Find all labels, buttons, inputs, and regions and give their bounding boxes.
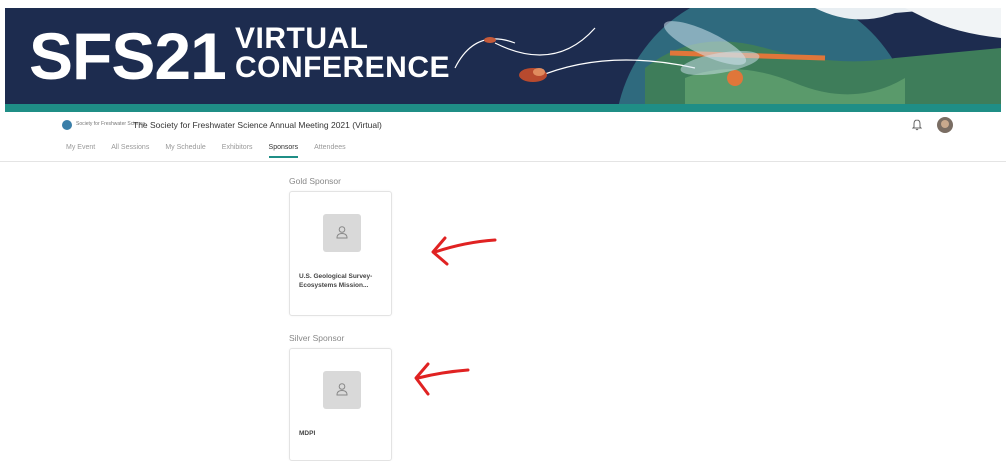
silver-sponsor-heading: Silver Sponsor — [289, 333, 345, 343]
sponsor-name: MDPI — [299, 430, 316, 437]
event-title: The Society for Freshwater Science Annua… — [133, 120, 382, 130]
annotation-arrow-icon — [414, 362, 470, 396]
banner-subtitle-line1: VIRTUAL — [235, 22, 369, 55]
notification-bell-icon[interactable] — [912, 119, 922, 131]
user-placeholder-icon — [336, 383, 348, 396]
tab-sponsors[interactable]: Sponsors — [268, 144, 299, 158]
banner-title: SFS21 — [29, 19, 227, 93]
event-header: Society for Freshwater Science The Socie… — [0, 112, 1006, 162]
tab-all-sessions[interactable]: All Sessions — [111, 144, 149, 158]
tab-my-schedule[interactable]: My Schedule — [165, 144, 205, 158]
banner-illustration — [454, 8, 1001, 104]
sponsor-card-gold[interactable]: U.S. Geological Survey-Ecosystems Missio… — [289, 191, 392, 316]
org-logo-icon[interactable] — [62, 120, 72, 130]
sponsor-logo-placeholder — [323, 214, 361, 252]
banner-accent-strip — [5, 104, 1001, 112]
tab-my-event[interactable]: My Event — [66, 144, 95, 158]
banner-subtitle-line2: CONFERENCE — [235, 51, 451, 84]
sponsor-name: U.S. Geological Survey-Ecosystems Missio… — [299, 273, 373, 289]
conference-banner: SFS21 VIRTUAL CONFERENCE — [5, 8, 1001, 104]
event-nav-tabs: My Event All Sessions My Schedule Exhibi… — [66, 144, 362, 158]
gold-sponsor-heading: Gold Sponsor — [289, 176, 341, 186]
sponsor-card-silver[interactable]: MDPI — [289, 348, 392, 461]
tab-exhibitors[interactable]: Exhibitors — [222, 144, 253, 158]
user-placeholder-icon — [336, 226, 348, 239]
tab-attendees[interactable]: Attendees — [314, 144, 346, 158]
user-avatar[interactable] — [937, 117, 953, 133]
banner-subtitle: VIRTUAL CONFERENCE — [235, 22, 451, 84]
annotation-arrow-icon — [431, 236, 497, 266]
sponsor-logo-placeholder — [323, 371, 361, 409]
